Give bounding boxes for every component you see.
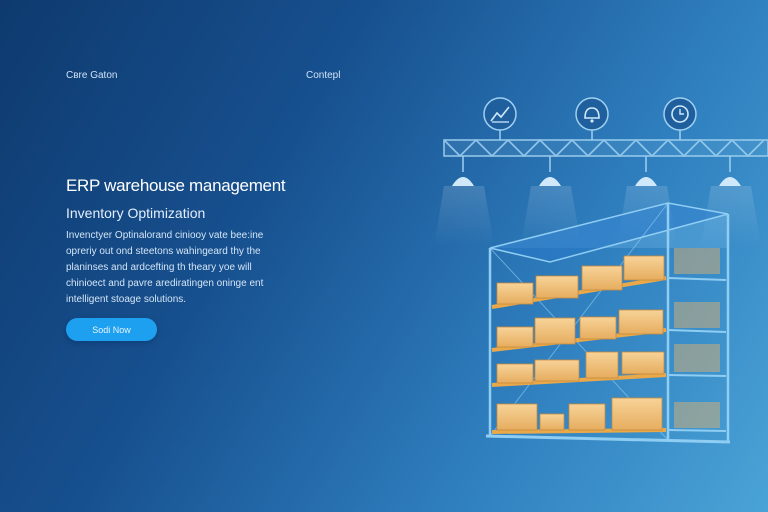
chart-icon (483, 97, 517, 140)
clock-icon (663, 97, 697, 140)
bell-icon (575, 97, 609, 140)
warehouse-illustration (434, 97, 768, 444)
truss-beam (443, 138, 768, 158)
